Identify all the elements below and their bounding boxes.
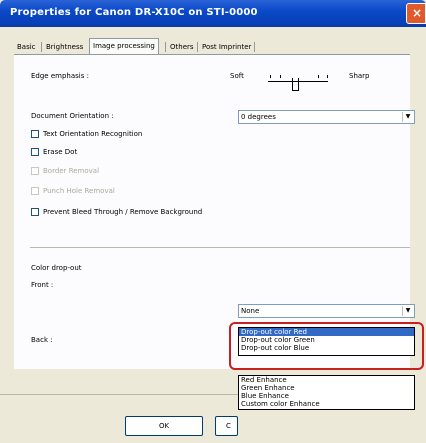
color-dropout-label: Color drop-out [31, 264, 82, 272]
prevent-bleed-checkbox[interactable] [31, 208, 39, 216]
tab-image-processing[interactable]: Image processing [89, 38, 159, 54]
front-dropout-select[interactable]: None ▼ [238, 304, 415, 318]
document-orientation-select[interactable]: 0 degrees ▼ [238, 110, 415, 124]
erase-dot-label: Erase Dot [43, 148, 78, 156]
cancel-button[interactable]: C [215, 416, 238, 436]
slider-tick [280, 75, 281, 78]
slider-sharp-label: Sharp [349, 72, 370, 80]
bottom-divider [0, 394, 238, 395]
properties-window: Properties for Canon DR-X10C on STI-0000… [0, 0, 426, 443]
title-bar[interactable]: Properties for Canon DR-X10C on STI-0000… [0, 0, 426, 27]
slider-tick [270, 75, 271, 78]
tab-post-imprinter[interactable]: Post Imprinter [199, 40, 254, 54]
list-item[interactable]: Custom color Enhance [239, 400, 414, 408]
erase-dot-checkbox[interactable] [31, 148, 39, 156]
highlight-annotation [229, 322, 424, 370]
chevron-down-icon[interactable]: ▼ [402, 306, 413, 316]
edge-emphasis-label: Edge emphasis : [31, 72, 89, 80]
border-removal-checkbox[interactable] [31, 167, 39, 175]
tab-brightness[interactable]: Brightness [43, 40, 86, 54]
back-label: Back : [31, 336, 53, 344]
tab-separator [254, 42, 255, 52]
slider-thumb[interactable] [292, 78, 299, 91]
punch-hole-checkbox[interactable] [31, 187, 39, 195]
text-orientation-label: Text Orientation Recognition [43, 130, 143, 138]
tab-separator [41, 42, 42, 52]
tab-others[interactable]: Others [167, 40, 197, 54]
tab-basic[interactable]: Basic [14, 40, 39, 54]
prevent-bleed-label: Prevent Bleed Through / Remove Backgroun… [43, 208, 203, 216]
window-title: Properties for Canon DR-X10C on STI-0000 [10, 7, 258, 18]
tab-separator [165, 42, 166, 52]
punch-hole-label: Punch Hole Removal [43, 187, 115, 195]
document-orientation-label: Document Orientation : [31, 112, 114, 120]
list-item[interactable]: Blue Enhance [239, 392, 414, 400]
slider-tick [327, 75, 328, 78]
list-item[interactable]: Green Enhance [239, 384, 414, 392]
chevron-down-icon[interactable]: ▼ [402, 112, 413, 122]
close-button[interactable]: × [406, 3, 426, 24]
slider-tick [318, 75, 319, 78]
enhance-options-list[interactable]: Red Enhance Green Enhance Blue Enhance C… [238, 375, 415, 410]
front-label: Front : [31, 281, 54, 289]
close-icon: × [412, 6, 423, 20]
section-divider [30, 247, 410, 248]
list-item[interactable]: Red Enhance [239, 376, 414, 384]
slider-soft-label: Soft [230, 72, 244, 80]
tab-separator [197, 42, 198, 52]
ok-button[interactable]: OK [125, 416, 203, 436]
front-dropout-value: None [241, 307, 260, 315]
border-removal-label: Border Removal [43, 167, 100, 175]
text-orientation-checkbox[interactable] [31, 130, 39, 138]
document-orientation-value: 0 degrees [241, 113, 276, 121]
